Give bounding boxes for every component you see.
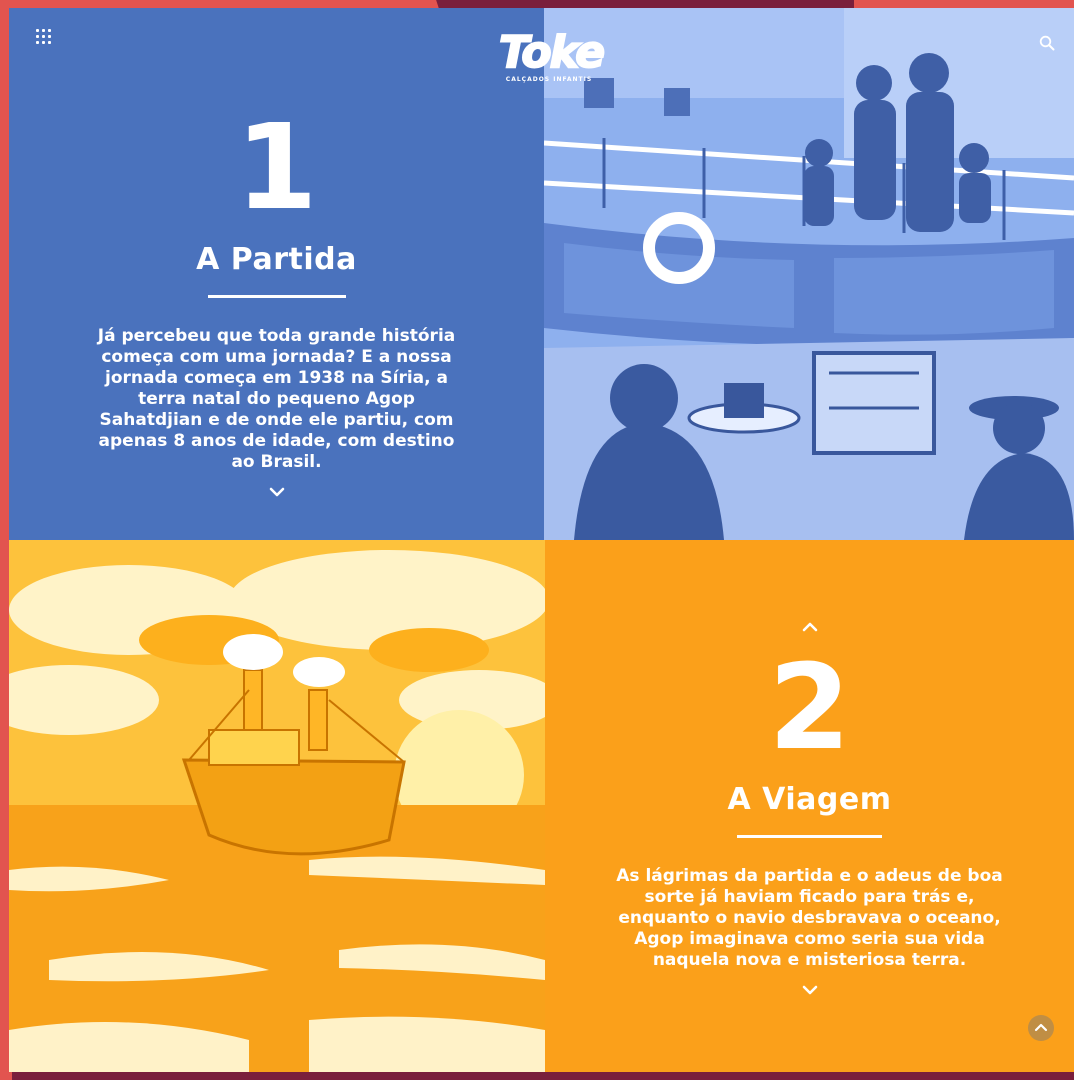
chapter-text: Já percebeu que toda grande história com… bbox=[97, 326, 456, 472]
back-to-top-button[interactable] bbox=[1028, 1015, 1054, 1041]
chapter-number: 2 bbox=[768, 638, 851, 776]
chapter-2-illustration bbox=[9, 540, 545, 1072]
chapter-text: As lágrimas da partida e o adeus de boa … bbox=[616, 866, 1003, 970]
grid-menu-icon[interactable] bbox=[36, 29, 52, 45]
chevron-up-icon bbox=[1034, 1023, 1048, 1032]
ship-ocean-illustration bbox=[9, 540, 545, 1072]
brand-name: Toke bbox=[498, 27, 606, 79]
title-divider bbox=[737, 835, 882, 838]
chevron-up-icon[interactable] bbox=[799, 620, 821, 634]
chapter-title: A Viagem bbox=[727, 782, 892, 817]
chapter-1-illustration bbox=[544, 8, 1074, 540]
chevron-down-icon[interactable] bbox=[799, 983, 821, 997]
brand-tagline: CALÇADOS INFANTIS bbox=[505, 76, 593, 83]
search-icon[interactable] bbox=[1039, 35, 1055, 51]
chapter-title: A Partida bbox=[196, 242, 357, 277]
chapter-1-panel: 1 A Partida Já percebeu que toda grande … bbox=[9, 8, 544, 540]
chapter-2-content: 2 A Viagem As lágrimas da partida e o ad… bbox=[545, 620, 1074, 997]
chapter-2-panel: 2 A Viagem As lágrimas da partida e o ad… bbox=[545, 540, 1074, 1072]
story-grid: 1 A Partida Já percebeu que toda grande … bbox=[9, 8, 1074, 1072]
ship-departure-illustration bbox=[544, 8, 1074, 540]
chevron-down-icon[interactable] bbox=[266, 485, 288, 499]
title-divider bbox=[207, 295, 346, 298]
chapter-number: 1 bbox=[235, 98, 318, 236]
chapter-1-content: 1 A Partida Já percebeu que toda grande … bbox=[9, 108, 544, 499]
brand-logo[interactable]: Toke CALÇADOS INFANTIS bbox=[498, 27, 606, 98]
